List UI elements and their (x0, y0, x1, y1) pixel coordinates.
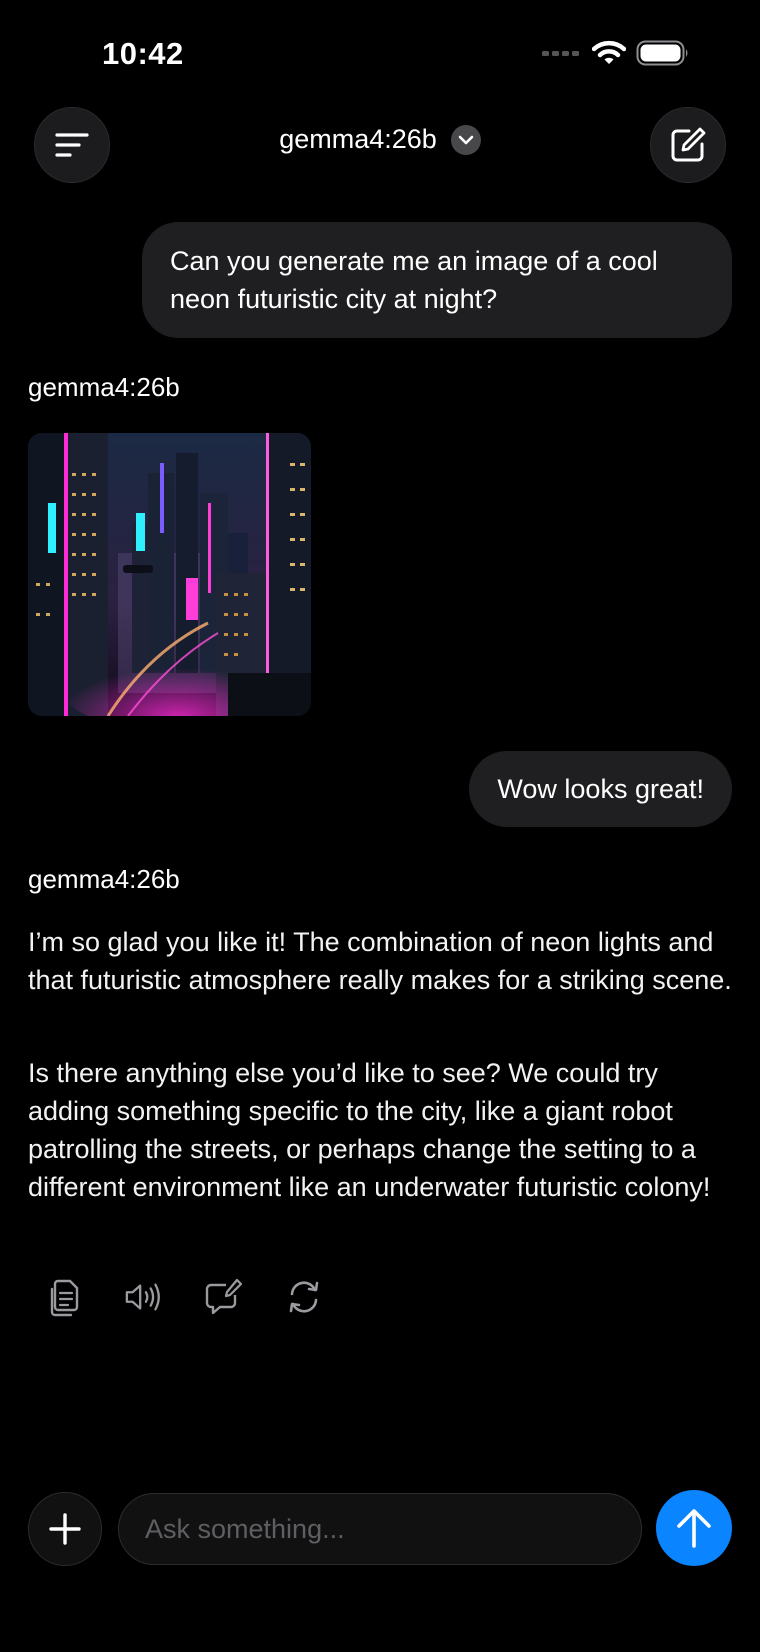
read-aloud-button[interactable] (124, 1275, 164, 1319)
assistant-model-label: gemma4:26b (28, 372, 180, 402)
arrow-up-icon (677, 1509, 711, 1548)
assistant-message-paragraph: I’m so glad you like it! The combination… (28, 927, 732, 995)
message-actions (44, 1275, 324, 1319)
generated-image[interactable] (28, 433, 311, 716)
edit-message-button[interactable] (204, 1275, 244, 1319)
edit-message-icon (205, 1278, 243, 1315)
user-message: Wow looks great! (469, 751, 732, 827)
copy-icon (50, 1279, 79, 1317)
attach-button[interactable] (28, 1492, 102, 1566)
model-selector[interactable]: gemma4:26b (0, 124, 760, 155)
cellular-signal-icon (542, 51, 579, 56)
send-button[interactable] (656, 1490, 732, 1566)
user-message: Can you generate me an image of a cool n… (142, 222, 732, 338)
regenerate-icon (289, 1281, 319, 1313)
status-icons (542, 40, 690, 66)
plus-icon (49, 1513, 81, 1545)
new-chat-button[interactable] (650, 107, 726, 183)
speaker-icon (125, 1283, 160, 1311)
regenerate-button[interactable] (284, 1275, 324, 1319)
assistant-model-label: gemma4:26b (28, 864, 180, 894)
assistant-message-paragraph: Is there anything else you’d like to see… (28, 1058, 711, 1202)
wifi-icon (592, 40, 626, 64)
message-input[interactable] (118, 1493, 642, 1565)
model-name: gemma4:26b (279, 124, 437, 154)
chevron-down-icon (450, 124, 481, 155)
status-time: 10:42 (102, 36, 184, 71)
copy-button[interactable] (44, 1275, 84, 1319)
battery-icon (636, 40, 688, 66)
compose-icon (671, 127, 706, 162)
